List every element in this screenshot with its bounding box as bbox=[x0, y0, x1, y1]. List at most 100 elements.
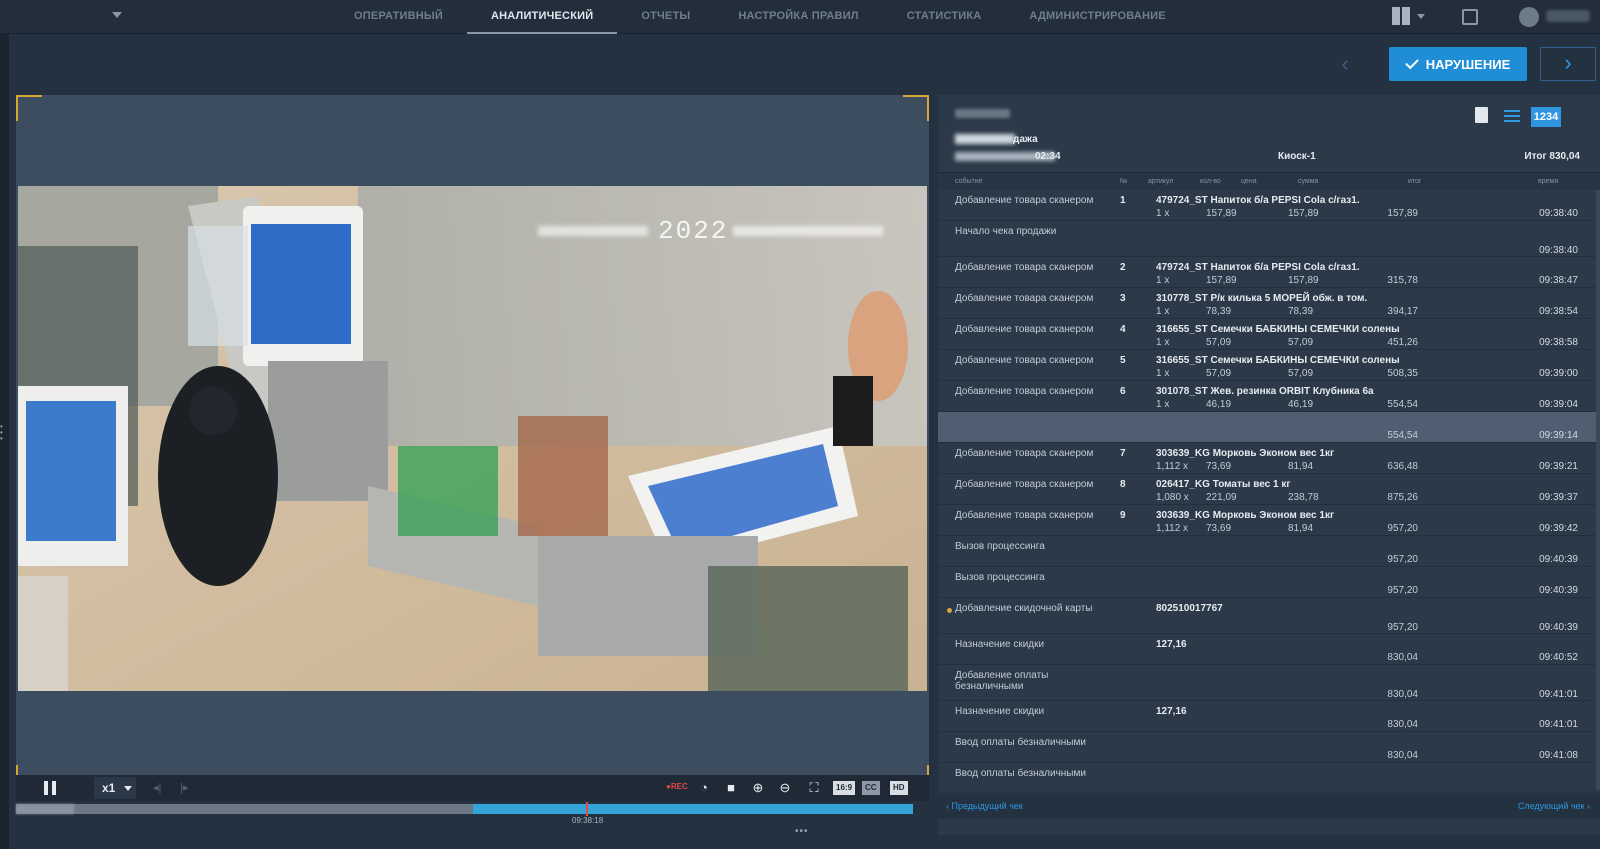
timeline-scrubber[interactable] bbox=[16, 802, 913, 816]
video-frame[interactable]: 2022 bbox=[18, 186, 927, 691]
step-forward-icon[interactable]: |▸ bbox=[180, 781, 188, 794]
clock-icon[interactable]: ◔ bbox=[696, 780, 712, 796]
cell-price: 46,19 bbox=[1206, 399, 1232, 410]
cell-sum: 57,09 bbox=[1288, 337, 1314, 348]
cell-qty: 1,112 x bbox=[1156, 523, 1189, 534]
column-header[interactable]: событие bbox=[955, 178, 983, 185]
table-row[interactable]: Добавление товара сканером 4 316655_ST Сем… bbox=[938, 319, 1600, 350]
table-row[interactable]: Добавление товара сканером 6 301078_ST Жев… bbox=[938, 381, 1600, 412]
table-row[interactable]: Назначение скидки 127,16 830,04 09:41:01 bbox=[938, 701, 1600, 732]
prev-check-link[interactable]: ‹ Предыдущий чек bbox=[946, 801, 1023, 811]
zoom-out-icon[interactable]: ⊖ bbox=[777, 780, 793, 796]
column-header[interactable]: кол-во bbox=[1200, 178, 1221, 185]
tab-0[interactable]: ОПЕРАТИВНЫЙ bbox=[330, 0, 467, 34]
fullscreen-icon[interactable]: ⛶ bbox=[806, 780, 822, 796]
next-arrow-icon[interactable]: › bbox=[1540, 47, 1596, 81]
cc-button[interactable]: CC bbox=[862, 781, 880, 795]
column-header[interactable]: сумма bbox=[1298, 178, 1318, 185]
cell-time: 09:39:00 bbox=[1539, 368, 1578, 379]
table-row[interactable]: Вызов процессинга 957,20 09:40:39 bbox=[938, 536, 1600, 567]
cell-time: 09:41:01 bbox=[1539, 689, 1578, 700]
username-blurred[interactable] bbox=[1546, 10, 1590, 22]
table-row[interactable]: Ввод оплаты безналичными bbox=[938, 763, 1600, 794]
column-header[interactable]: цена bbox=[1241, 178, 1257, 185]
tab-5[interactable]: АДМИНИСТРИРОВАНИЕ bbox=[1005, 0, 1189, 34]
cell-itog: 157,89 bbox=[1387, 208, 1418, 219]
tab-2[interactable]: ОТЧЕТЫ bbox=[617, 0, 714, 34]
image-icon[interactable] bbox=[1462, 9, 1478, 25]
chevron-down-icon[interactable] bbox=[1417, 14, 1425, 19]
table-row[interactable]: Ввод оплаты безналичными 830,04 09:41:08 bbox=[938, 732, 1600, 763]
cell-event: Добавление товара сканером bbox=[955, 324, 1094, 335]
camera-icon[interactable]: ■ bbox=[723, 780, 739, 796]
cell-qty: 1 x bbox=[1156, 368, 1170, 379]
table-row[interactable]: Добавление товара сканером 2 479724_ST Нап… bbox=[938, 257, 1600, 288]
cell-sum: 78,39 bbox=[1288, 306, 1314, 317]
receipt-footer: ‹ Предыдущий чек Следующий чек › bbox=[938, 795, 1600, 819]
list-icon[interactable] bbox=[1504, 107, 1520, 125]
column-header[interactable]: № bbox=[1120, 178, 1128, 185]
timeline-marker[interactable] bbox=[586, 802, 588, 816]
table-row[interactable]: Добавление оплаты безналичными 830,04 09:4… bbox=[938, 665, 1600, 701]
zoom-in-icon[interactable]: ⊕ bbox=[750, 780, 766, 796]
avatar[interactable] bbox=[1519, 7, 1539, 27]
table-row[interactable]: Добавление товара сканером 9 303639_KG Мор… bbox=[938, 505, 1600, 536]
cell-no: 9 bbox=[1120, 510, 1126, 521]
chevron-down-icon[interactable] bbox=[112, 12, 122, 18]
cell-itog: 315,78 bbox=[1387, 275, 1418, 286]
cell-sum: 81,94 bbox=[1288, 461, 1314, 472]
panel-resize-handle[interactable]: • • • bbox=[0, 423, 4, 444]
table-row[interactable]: Добавление товара сканером 5 316655_ST Сем… bbox=[938, 350, 1600, 381]
prev-arrow-icon[interactable]: ‹ bbox=[1332, 50, 1358, 80]
cell-event: Добавление скидочной карты bbox=[955, 603, 1093, 614]
cell-article: 301078_ST Жев. резинка ORBIT Клубника 6а bbox=[1156, 386, 1374, 397]
table-row[interactable]: Добавление товара сканером 3 310778_ST Р/к… bbox=[938, 288, 1600, 319]
rec-indicator[interactable]: ●REC bbox=[666, 782, 688, 791]
cell-no: 7 bbox=[1120, 448, 1126, 459]
cell-no: 1 bbox=[1120, 195, 1126, 206]
next-check-label: Следующий чек bbox=[1517, 801, 1585, 811]
table-row[interactable]: Добавление товара сканером 7 303639_KG Мор… bbox=[938, 443, 1600, 474]
cell-article: 026417_KG Томаты вес 1 кг bbox=[1156, 479, 1291, 490]
cell-itog: 830,04 bbox=[1387, 750, 1418, 761]
tab-1[interactable]: АНАЛИТИЧЕСКИЙ bbox=[466, 0, 618, 34]
step-back-icon[interactable]: ◂| bbox=[153, 781, 161, 794]
cell-event: Назначение скидки bbox=[955, 706, 1045, 717]
column-header[interactable]: время bbox=[1538, 178, 1558, 185]
hd-button[interactable]: HD bbox=[890, 781, 908, 795]
cell-article: 479724_ST Напиток б/а PEPSI Cola с/газ1. bbox=[1156, 195, 1360, 206]
speed-selector[interactable]: x1 bbox=[94, 777, 136, 799]
layout-grid-icon[interactable] bbox=[1392, 6, 1412, 28]
cell-itog: 508,35 bbox=[1387, 368, 1418, 379]
column-header[interactable]: итог bbox=[1408, 178, 1421, 185]
cell-no: 8 bbox=[1120, 479, 1126, 490]
aspect-ratio-button[interactable]: 16:9 bbox=[833, 781, 856, 795]
table-row[interactable]: Начало чека продажи 09:38:40 bbox=[938, 221, 1600, 257]
cell-no: 5 bbox=[1120, 355, 1126, 366]
receipt-time: 02:34 bbox=[1035, 151, 1061, 162]
tab-4[interactable]: СТАТИСТИКА bbox=[883, 0, 1006, 34]
number-view-icon[interactable]: 1234 bbox=[1531, 107, 1561, 127]
table-row[interactable]: Добавление товара сканером 1 479724_ST Нап… bbox=[938, 190, 1600, 221]
more-dots-icon[interactable]: ••• bbox=[795, 826, 809, 837]
scrollbar[interactable] bbox=[1596, 190, 1600, 790]
cell-event: Назначение скидки bbox=[955, 639, 1045, 650]
column-header[interactable]: артикул bbox=[1148, 178, 1173, 185]
cell-time: 09:41:08 bbox=[1539, 750, 1578, 761]
playback-controls: x1 ◂| |▸ ●REC ◔ ■ ⊕ ⊖ ⛶ 16:9 CC HD bbox=[16, 775, 929, 801]
cell-article: 127,16 bbox=[1156, 706, 1187, 717]
table-row[interactable]: Добавление скидочной карты 802510017767 95… bbox=[938, 598, 1600, 634]
tab-3[interactable]: НАСТРОЙКА ПРАВИЛ bbox=[714, 0, 882, 34]
cell-time: 09:39:14 bbox=[1539, 430, 1578, 441]
cell-time: 09:38:58 bbox=[1539, 337, 1578, 348]
pause-icon[interactable] bbox=[44, 781, 56, 795]
cell-time: 09:40:39 bbox=[1539, 554, 1578, 565]
violation-button[interactable]: НАРУШЕНИЕ bbox=[1389, 47, 1527, 81]
next-check-link[interactable]: Следующий чек › bbox=[1518, 801, 1590, 811]
table-row[interactable]: 554,54 09:39:14 bbox=[938, 412, 1600, 443]
table-row[interactable]: Назначение скидки 127,16 830,04 09:40:52 bbox=[938, 634, 1600, 665]
document-icon[interactable] bbox=[1475, 107, 1488, 123]
cell-qty: 1 x bbox=[1156, 208, 1170, 219]
table-row[interactable]: Добавление товара сканером 8 026417_KG Том… bbox=[938, 474, 1600, 505]
table-row[interactable]: Вызов процессинга 957,20 09:40:39 bbox=[938, 567, 1600, 598]
